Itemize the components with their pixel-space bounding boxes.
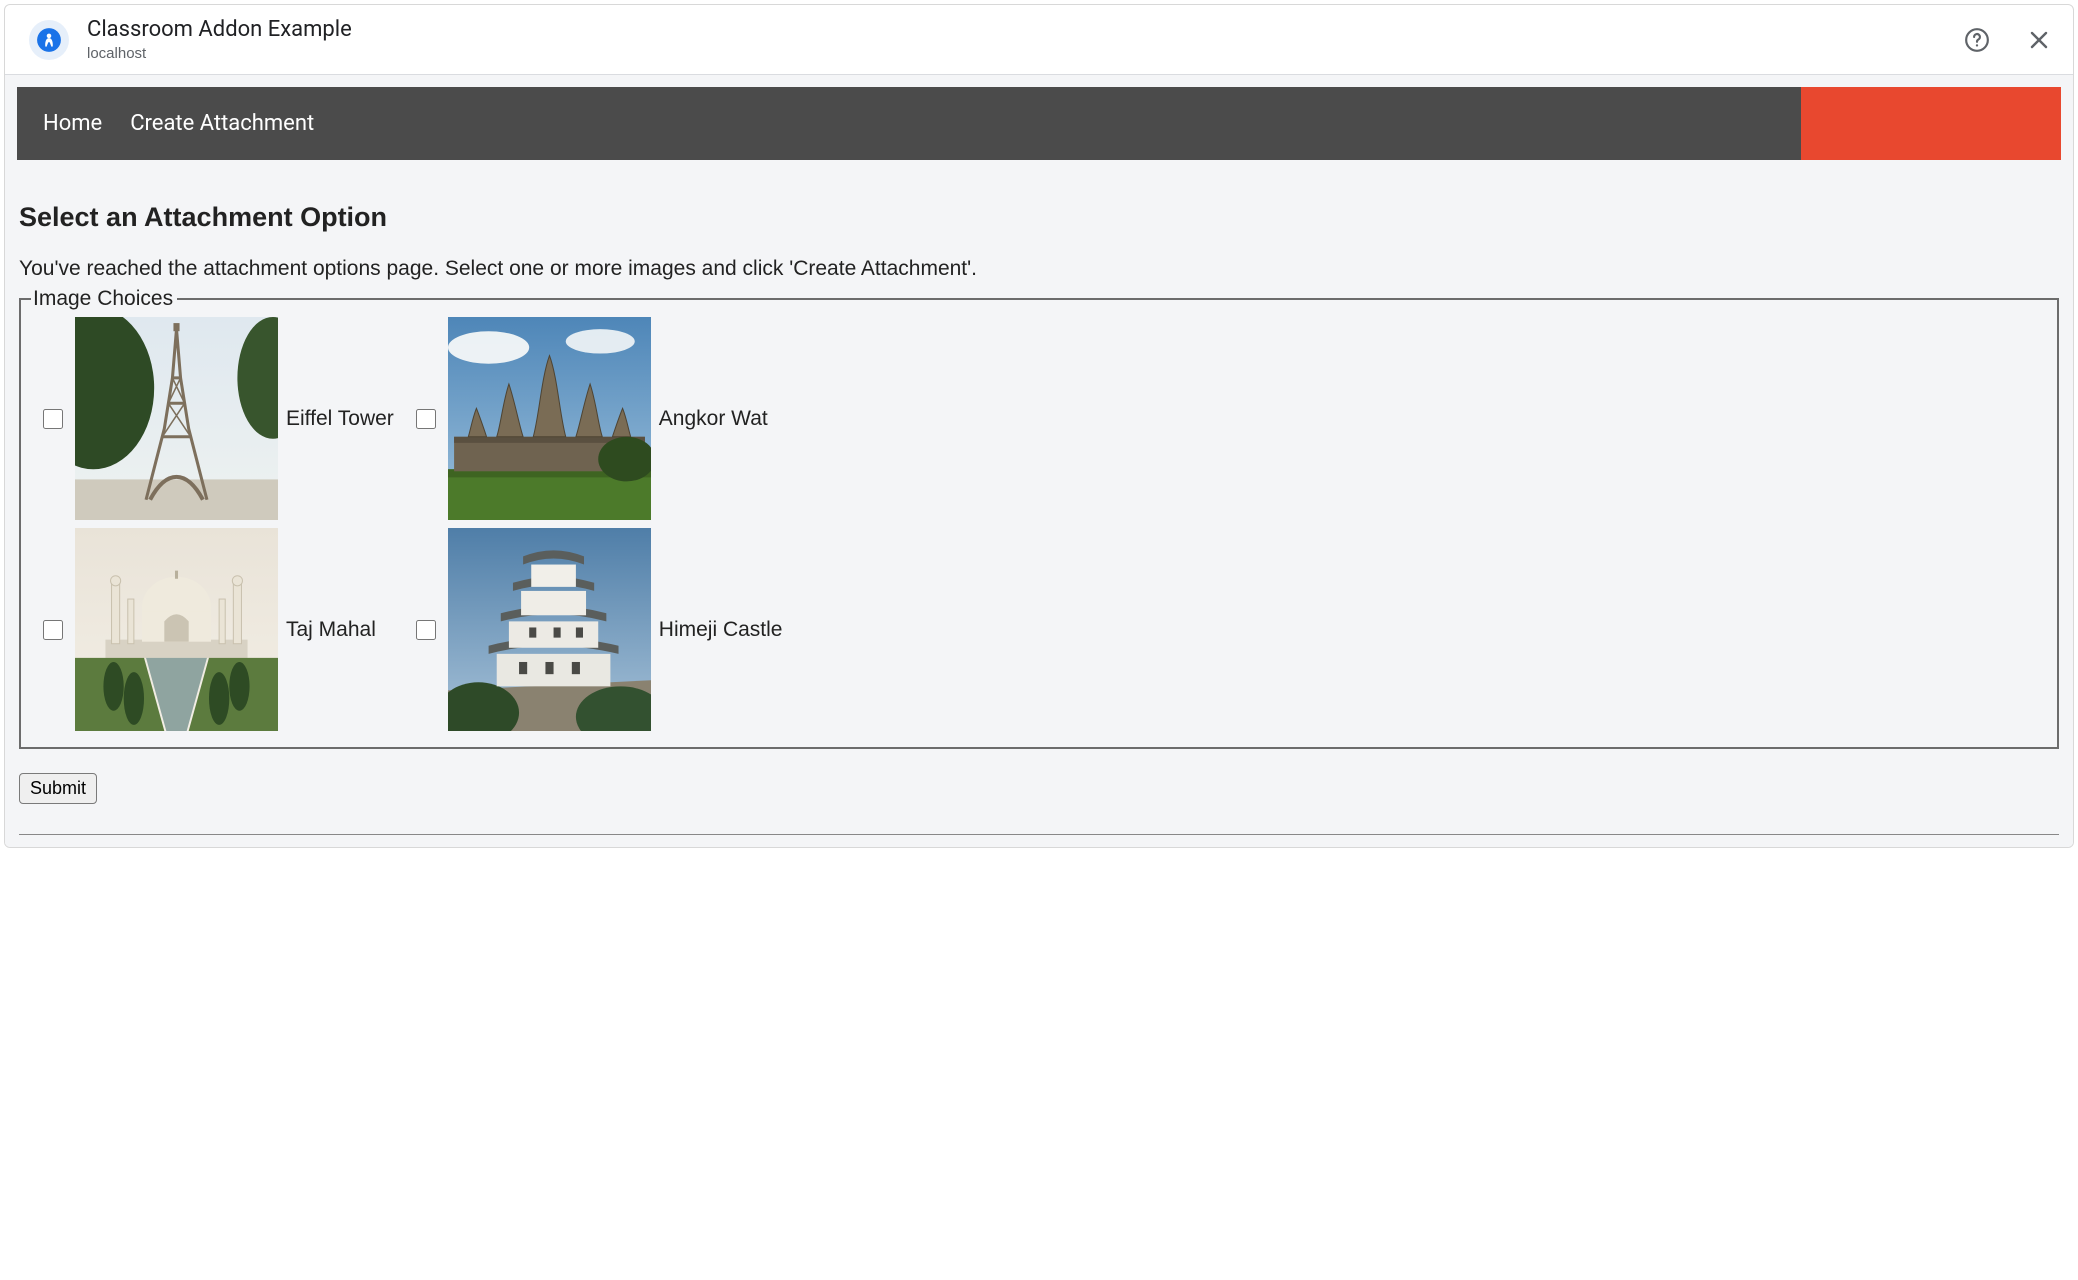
page-intro: You've reached the attachment options pa… [19, 257, 2059, 281]
option-taj-mahal[interactable]: Taj Mahal [31, 528, 394, 731]
option-label: Eiffel Tower [286, 407, 394, 431]
option-label: Angkor Wat [659, 407, 768, 431]
option-himeji-castle[interactable]: Himeji Castle [404, 528, 783, 731]
divider [19, 834, 2059, 835]
nav-item-home[interactable]: Home [43, 111, 102, 136]
checkbox-himeji-castle[interactable] [416, 620, 436, 640]
dialog-subtitle: localhost [87, 45, 1945, 62]
close-icon[interactable] [2025, 26, 2053, 54]
image-eiffel-tower [75, 317, 278, 520]
option-label: Taj Mahal [286, 618, 376, 642]
dialog-title: Classroom Addon Example [87, 17, 1945, 43]
image-choices-fieldset: Image Choices [19, 287, 2059, 749]
fieldset-legend: Image Choices [31, 287, 177, 311]
nav-accent [1801, 87, 2061, 160]
image-taj-mahal [75, 528, 278, 731]
submit-button[interactable]: Submit [19, 773, 97, 804]
dialog-header: Classroom Addon Example localhost [5, 5, 2073, 74]
checkbox-angkor-wat[interactable] [416, 409, 436, 429]
nav-item-create-attachment[interactable]: Create Attachment [130, 111, 314, 136]
option-angkor-wat[interactable]: Angkor Wat [404, 317, 783, 520]
checkbox-taj-mahal[interactable] [43, 620, 63, 640]
option-label: Himeji Castle [659, 618, 783, 642]
checkbox-eiffel-tower[interactable] [43, 409, 63, 429]
help-icon[interactable] [1963, 26, 1991, 54]
image-himeji-castle [448, 528, 651, 731]
navbar: Home Create Attachment [17, 87, 2061, 160]
addon-icon [29, 20, 69, 60]
page-heading: Select an Attachment Option [19, 202, 2059, 233]
option-eiffel-tower[interactable]: Eiffel Tower [31, 317, 394, 520]
image-angkor-wat [448, 317, 651, 520]
